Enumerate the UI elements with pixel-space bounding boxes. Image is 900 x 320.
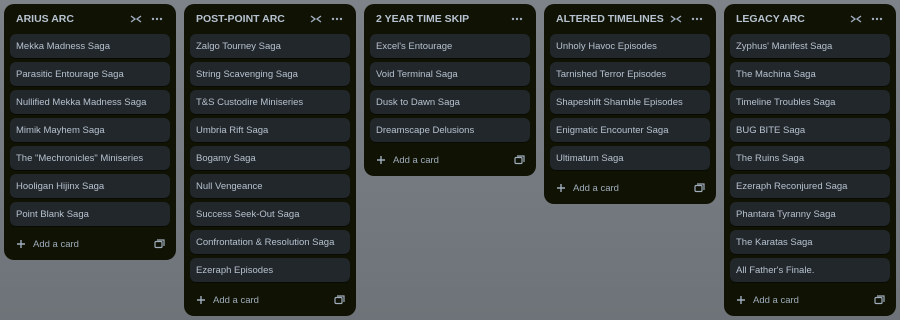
ellipsis-icon[interactable] <box>868 10 886 28</box>
list-title[interactable]: ALTERED TIMELINES <box>556 13 664 25</box>
collapse-arrows-icon[interactable] <box>307 10 325 28</box>
card-list: Zalgo Tourney Saga String Scavenging Sag… <box>190 34 350 286</box>
add-card-button[interactable]: Add a card <box>554 176 690 200</box>
card-list: Zyphus' Manifest Saga The Machina Saga T… <box>730 34 890 286</box>
ellipsis-icon[interactable] <box>328 10 346 28</box>
add-card-button[interactable]: Add a card <box>194 288 330 312</box>
add-card-label: Add a card <box>573 182 619 194</box>
list-legacy-arc: LEGACY ARC Zyphus' Manifest Saga The Mac… <box>724 4 896 316</box>
card[interactable]: Confrontation & Resolution Saga <box>190 230 350 254</box>
plus-icon <box>734 293 748 307</box>
add-card-button[interactable]: Add a card <box>14 232 150 256</box>
board: ARIUS ARC Mekka Madness Saga Parasitic E… <box>0 0 900 320</box>
list-post-point-arc: POST-POINT ARC Zalgo Tourney Saga String… <box>184 4 356 316</box>
collapse-arrows-icon[interactable] <box>847 10 865 28</box>
list-title[interactable]: ARIUS ARC <box>16 13 124 25</box>
list-altered-timelines: ALTERED TIMELINES Unholy Havoc Episodes … <box>544 4 716 204</box>
list-footer: Add a card <box>730 286 890 314</box>
card[interactable]: Zyphus' Manifest Saga <box>730 34 890 58</box>
list-footer: Add a card <box>550 174 710 202</box>
add-card-label: Add a card <box>753 294 799 306</box>
card[interactable]: Zalgo Tourney Saga <box>190 34 350 58</box>
collapse-arrows-icon[interactable] <box>667 10 685 28</box>
card[interactable]: Parasitic Entourage Saga <box>10 62 170 86</box>
collapse-arrows-icon[interactable] <box>127 10 145 28</box>
card[interactable]: Shapeshift Shamble Episodes <box>550 90 710 114</box>
card-template-icon[interactable] <box>870 291 888 309</box>
list-arius-arc: ARIUS ARC Mekka Madness Saga Parasitic E… <box>4 4 176 260</box>
card[interactable]: Enigmatic Encounter Saga <box>550 118 710 142</box>
card[interactable]: Ezeraph Episodes <box>190 258 350 282</box>
ellipsis-icon[interactable] <box>688 10 706 28</box>
list-title[interactable]: LEGACY ARC <box>736 13 844 25</box>
list-footer: Add a card <box>370 146 530 174</box>
plus-icon <box>194 293 208 307</box>
card-template-icon[interactable] <box>330 291 348 309</box>
list-header: 2 YEAR TIME SKIP <box>370 4 530 34</box>
card-template-icon[interactable] <box>510 151 528 169</box>
add-card-label: Add a card <box>393 154 439 166</box>
card[interactable]: Void Terminal Saga <box>370 62 530 86</box>
card-template-icon[interactable] <box>690 179 708 197</box>
card[interactable]: String Scavenging Saga <box>190 62 350 86</box>
list-header: ALTERED TIMELINES <box>550 4 710 34</box>
list-header: ARIUS ARC <box>10 4 170 34</box>
card[interactable]: Ezeraph Reconjured Saga <box>730 174 890 198</box>
card[interactable]: Timeline Troubles Saga <box>730 90 890 114</box>
list-2-year-time-skip: 2 YEAR TIME SKIP Excel's Entourage Void … <box>364 4 536 176</box>
card[interactable]: The Karatas Saga <box>730 230 890 254</box>
card[interactable]: Excel's Entourage <box>370 34 530 58</box>
plus-icon <box>554 181 568 195</box>
list-header: POST-POINT ARC <box>190 4 350 34</box>
list-title[interactable]: 2 YEAR TIME SKIP <box>376 13 505 25</box>
add-card-label: Add a card <box>33 238 79 250</box>
card[interactable]: Umbria Rift Saga <box>190 118 350 142</box>
list-footer: Add a card <box>10 230 170 258</box>
card[interactable]: Nullified Mekka Madness Saga <box>10 90 170 114</box>
card[interactable]: Null Vengeance <box>190 174 350 198</box>
card[interactable]: Success Seek-Out Saga <box>190 202 350 226</box>
card[interactable]: T&S Custodire Miniseries <box>190 90 350 114</box>
card[interactable]: The "Mechronicles" Miniseries <box>10 146 170 170</box>
card[interactable]: BUG BITE Saga <box>730 118 890 142</box>
card[interactable]: Dreamscape Delusions <box>370 118 530 142</box>
card-list: Mekka Madness Saga Parasitic Entourage S… <box>10 34 170 230</box>
card[interactable]: Ultimatum Saga <box>550 146 710 170</box>
card[interactable]: Mimik Mayhem Saga <box>10 118 170 142</box>
add-card-label: Add a card <box>213 294 259 306</box>
card[interactable]: Mekka Madness Saga <box>10 34 170 58</box>
card[interactable]: Tarnished Terror Episodes <box>550 62 710 86</box>
card[interactable]: The Machina Saga <box>730 62 890 86</box>
ellipsis-icon[interactable] <box>508 10 526 28</box>
list-header: LEGACY ARC <box>730 4 890 34</box>
card[interactable]: All Father's Finale. <box>730 258 890 282</box>
card-template-icon[interactable] <box>150 235 168 253</box>
plus-icon <box>14 237 28 251</box>
add-card-button[interactable]: Add a card <box>374 148 510 172</box>
card[interactable]: Hooligan Hijinx Saga <box>10 174 170 198</box>
add-card-button[interactable]: Add a card <box>734 288 870 312</box>
list-title[interactable]: POST-POINT ARC <box>196 13 304 25</box>
card[interactable]: Bogamy Saga <box>190 146 350 170</box>
card-list: Excel's Entourage Void Terminal Saga Dus… <box>370 34 530 146</box>
card[interactable]: Phantara Tyranny Saga <box>730 202 890 226</box>
card[interactable]: Unholy Havoc Episodes <box>550 34 710 58</box>
card[interactable]: Point Blank Saga <box>10 202 170 226</box>
card[interactable]: Dusk to Dawn Saga <box>370 90 530 114</box>
plus-icon <box>374 153 388 167</box>
card-list: Unholy Havoc Episodes Tarnished Terror E… <box>550 34 710 174</box>
ellipsis-icon[interactable] <box>148 10 166 28</box>
list-footer: Add a card <box>190 286 350 314</box>
card[interactable]: The Ruins Saga <box>730 146 890 170</box>
